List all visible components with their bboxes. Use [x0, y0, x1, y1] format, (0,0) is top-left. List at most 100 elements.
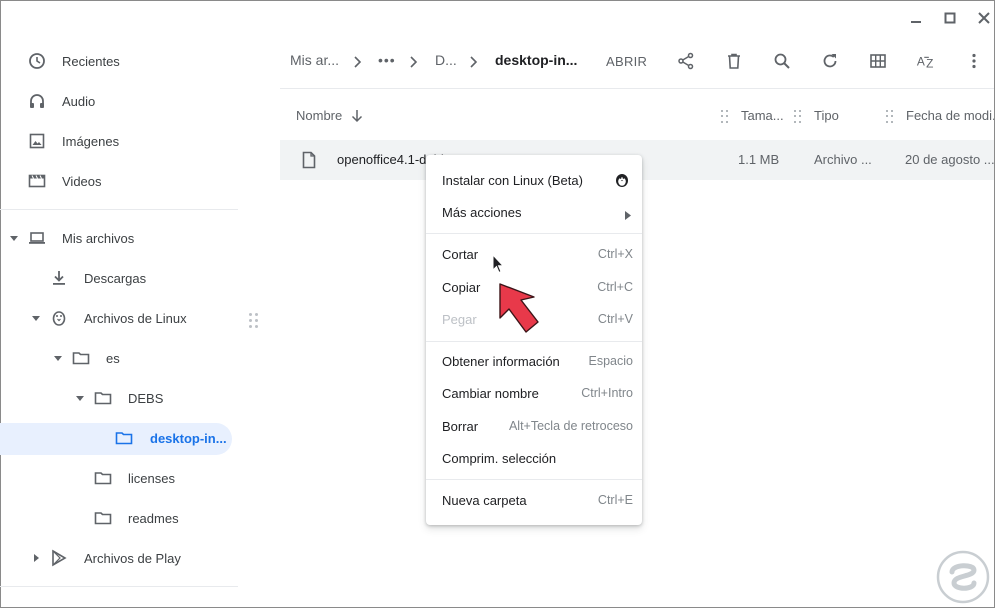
delete-icon[interactable]: [723, 50, 745, 72]
download-icon: [50, 269, 68, 287]
file-date: 20 de agosto ...: [905, 152, 995, 167]
menu-item-delete[interactable]: Borrar Alt+Tecla de retroceso: [426, 411, 642, 441]
expand-arrow-icon[interactable]: [75, 393, 85, 403]
file-type: Archivo ...: [814, 152, 872, 167]
linux-penguin-icon: [50, 309, 68, 327]
context-menu: Instalar con Linux (Beta) Más acciones C…: [426, 155, 642, 525]
menu-item-label: Borrar: [442, 419, 479, 434]
close-icon[interactable]: [974, 8, 994, 28]
menu-item-cut[interactable]: Cortar Ctrl+X: [426, 239, 642, 269]
menu-item-shortcut: Alt+Tecla de retroceso: [508, 419, 633, 433]
menu-item-rename[interactable]: Cambiar nombre Ctrl+Intro: [426, 378, 642, 408]
sidebar-item-videos[interactable]: Videos: [28, 165, 102, 197]
sidebar-divider: [0, 586, 238, 587]
menu-item-shortcut: Ctrl+Intro: [581, 386, 633, 400]
sidebar-item-archivos-play[interactable]: Archivos de Play: [50, 542, 181, 574]
menu-item-shortcut: Espacio: [588, 354, 633, 368]
more-vert-icon[interactable]: [963, 50, 985, 72]
headphones-icon: [28, 92, 46, 110]
folder-icon: [94, 509, 112, 527]
grid-view-icon[interactable]: [867, 50, 889, 72]
column-resize-icon[interactable]: [721, 110, 729, 124]
menu-item-label: Instalar con Linux (Beta): [442, 173, 583, 188]
sort-az-icon[interactable]: AZ: [915, 50, 939, 72]
sort-descending-icon[interactable]: [351, 109, 363, 123]
sidebar-item-label: DEBS: [128, 390, 164, 406]
menu-item-new-folder[interactable]: Nueva carpeta Ctrl+E: [426, 485, 642, 515]
collapse-arrow-icon[interactable]: [31, 553, 41, 563]
menu-item-more-actions[interactable]: Más acciones: [426, 197, 642, 227]
menu-separator: [426, 341, 642, 342]
sidebar-item-mis-archivos[interactable]: Mis archivos: [28, 222, 134, 254]
menu-item-shortcut: Ctrl+X: [597, 247, 633, 261]
watermark-logo: [936, 550, 990, 604]
resize-handle-icon[interactable]: [249, 313, 259, 329]
sidebar-item-recientes[interactable]: Recientes: [28, 45, 120, 77]
expand-arrow-icon[interactable]: [9, 233, 19, 243]
maximize-icon[interactable]: [940, 8, 960, 28]
linux-penguin-icon: [614, 172, 630, 188]
column-header-date[interactable]: Fecha de modi...: [906, 108, 994, 123]
sidebar-item-es[interactable]: es: [72, 342, 120, 374]
menu-item-label: Obtener información: [442, 354, 560, 369]
expand-arrow-icon[interactable]: [53, 353, 63, 363]
column-resize-icon[interactable]: [794, 110, 802, 124]
svg-text:Z: Z: [926, 56, 933, 70]
file-icon: [302, 151, 316, 169]
refresh-icon[interactable]: [819, 50, 841, 72]
sidebar-item-archivos-linux[interactable]: Archivos de Linux: [50, 302, 187, 334]
image-icon: [28, 132, 46, 150]
sidebar-item-label: Archivos de Play: [84, 550, 181, 566]
search-icon[interactable]: [771, 50, 793, 72]
folder-icon: [94, 389, 112, 407]
sidebar-item-label: licenses: [128, 470, 175, 486]
sidebar-item-desktop-in[interactable]: desktop-in...: [115, 422, 227, 454]
minimize-icon[interactable]: [906, 8, 926, 28]
folder-icon: [94, 469, 112, 487]
open-button[interactable]: ABRIR: [606, 54, 647, 69]
video-icon: [28, 172, 46, 190]
breadcrumb-item[interactable]: D...: [435, 52, 457, 68]
chevron-right-icon: [354, 55, 364, 68]
column-header-type[interactable]: Tipo: [814, 108, 839, 123]
sidebar-item-descargas[interactable]: Descargas: [50, 262, 146, 294]
svg-text:A: A: [917, 55, 925, 69]
submenu-arrow-icon: [624, 208, 632, 220]
sidebar-item-audio[interactable]: Audio: [28, 85, 95, 117]
file-size: 1.1 MB: [738, 152, 780, 167]
chevron-right-icon: [410, 55, 420, 68]
breadcrumb-overflow[interactable]: •••: [378, 52, 396, 68]
toolbar-divider: [280, 88, 994, 89]
menu-separator: [426, 233, 642, 234]
menu-item-install-linux[interactable]: Instalar con Linux (Beta): [426, 165, 642, 195]
sidebar-item-label: es: [106, 350, 120, 366]
menu-item-shortcut: Ctrl+E: [597, 493, 633, 507]
sidebar-item-label: Imágenes: [62, 133, 120, 149]
menu-item-shortcut: Ctrl+C: [597, 280, 633, 294]
menu-item-get-info[interactable]: Obtener información Espacio: [426, 346, 642, 376]
sidebar-item-label: Mis archivos: [62, 230, 135, 246]
sidebar-divider: [0, 209, 238, 210]
breadcrumb-item[interactable]: Mis ar...: [290, 52, 339, 68]
sidebar-item-label: Archivos de Linux: [84, 310, 187, 326]
play-store-icon: [50, 549, 68, 567]
share-icon[interactable]: [675, 50, 697, 72]
sidebar-item-licenses[interactable]: licenses: [94, 462, 175, 494]
sidebar-item-label: Descargas: [84, 270, 147, 286]
sidebar-item-label: readmes: [128, 510, 179, 526]
column-header-name[interactable]: Nombre: [296, 108, 342, 123]
column-header-size[interactable]: Tama...: [741, 108, 784, 123]
menu-item-shortcut: Ctrl+V: [597, 312, 633, 326]
menu-item-label: Nueva carpeta: [442, 493, 527, 508]
annotation-arrow-icon: [499, 283, 539, 333]
sidebar-item-debs[interactable]: DEBS: [94, 382, 163, 414]
menu-item-label: Comprim. selección: [442, 451, 557, 466]
menu-item-label: Copiar: [442, 280, 481, 295]
column-resize-icon[interactable]: [886, 110, 894, 124]
menu-item-zip[interactable]: Comprim. selección: [426, 443, 642, 473]
sidebar-item-label: Recientes: [62, 53, 120, 69]
laptop-icon: [28, 229, 46, 247]
sidebar-item-readmes[interactable]: readmes: [94, 502, 179, 534]
sidebar-item-imagenes[interactable]: Imágenes: [28, 125, 119, 157]
expand-arrow-icon[interactable]: [31, 313, 41, 323]
